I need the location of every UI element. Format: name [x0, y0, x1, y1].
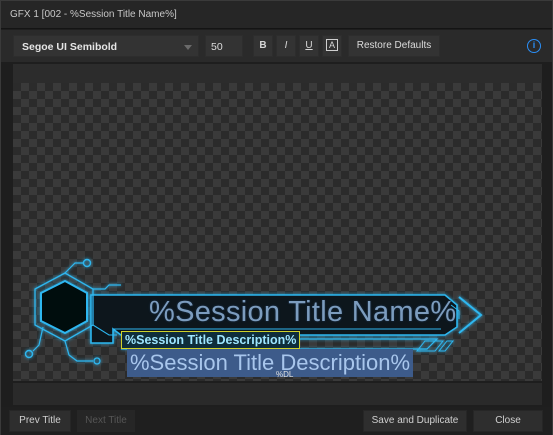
- next-title-button[interactable]: Next Title: [77, 410, 135, 432]
- bold-button[interactable]: B: [253, 35, 273, 57]
- font-family-select[interactable]: Segoe UI Semibold: [13, 35, 199, 57]
- italic-button[interactable]: I: [276, 35, 296, 57]
- outline-icon: A: [326, 39, 338, 51]
- restore-defaults-button[interactable]: Restore Defaults: [348, 35, 440, 57]
- close-button[interactable]: Close: [473, 410, 543, 432]
- save-and-duplicate-button[interactable]: Save and Duplicate: [363, 410, 467, 432]
- font-family-value: Segoe UI Semibold: [22, 41, 118, 53]
- preview-canvas[interactable]: %Session Title Name% %Session Title Desc…: [13, 83, 542, 381]
- chevron-down-icon: [184, 45, 192, 50]
- secondary-toolbar: [13, 64, 542, 83]
- session-title-name[interactable]: %Session Title Name%: [149, 296, 456, 329]
- session-description-preview[interactable]: %Session Title Description%: [127, 349, 414, 377]
- window-title: GFX 1 [002 - %Session Title Name%]: [10, 9, 177, 20]
- info-icon[interactable]: i: [527, 39, 541, 53]
- prev-title-button[interactable]: Prev Title: [9, 410, 71, 432]
- underline-button[interactable]: U: [299, 35, 319, 57]
- font-size-field[interactable]: 50: [205, 35, 243, 57]
- title-bar: GFX 1 [002 - %Session Title Name%]: [1, 1, 552, 29]
- text-cursor-indicator: %DL: [276, 370, 294, 379]
- outline-button[interactable]: A: [322, 35, 342, 57]
- session-description-edit-field[interactable]: %Session Title Description%: [121, 331, 301, 349]
- dialog-footer: Prev Title Next Title Save and Duplicate…: [1, 407, 552, 435]
- format-toolbar: Segoe UI Semibold 50 B I U A Restore Def…: [1, 30, 552, 62]
- font-size-value: 50: [211, 41, 223, 53]
- status-strip: [13, 383, 542, 405]
- gfx-editor-window: GFX 1 [002 - %Session Title Name%] Segoe…: [0, 0, 553, 435]
